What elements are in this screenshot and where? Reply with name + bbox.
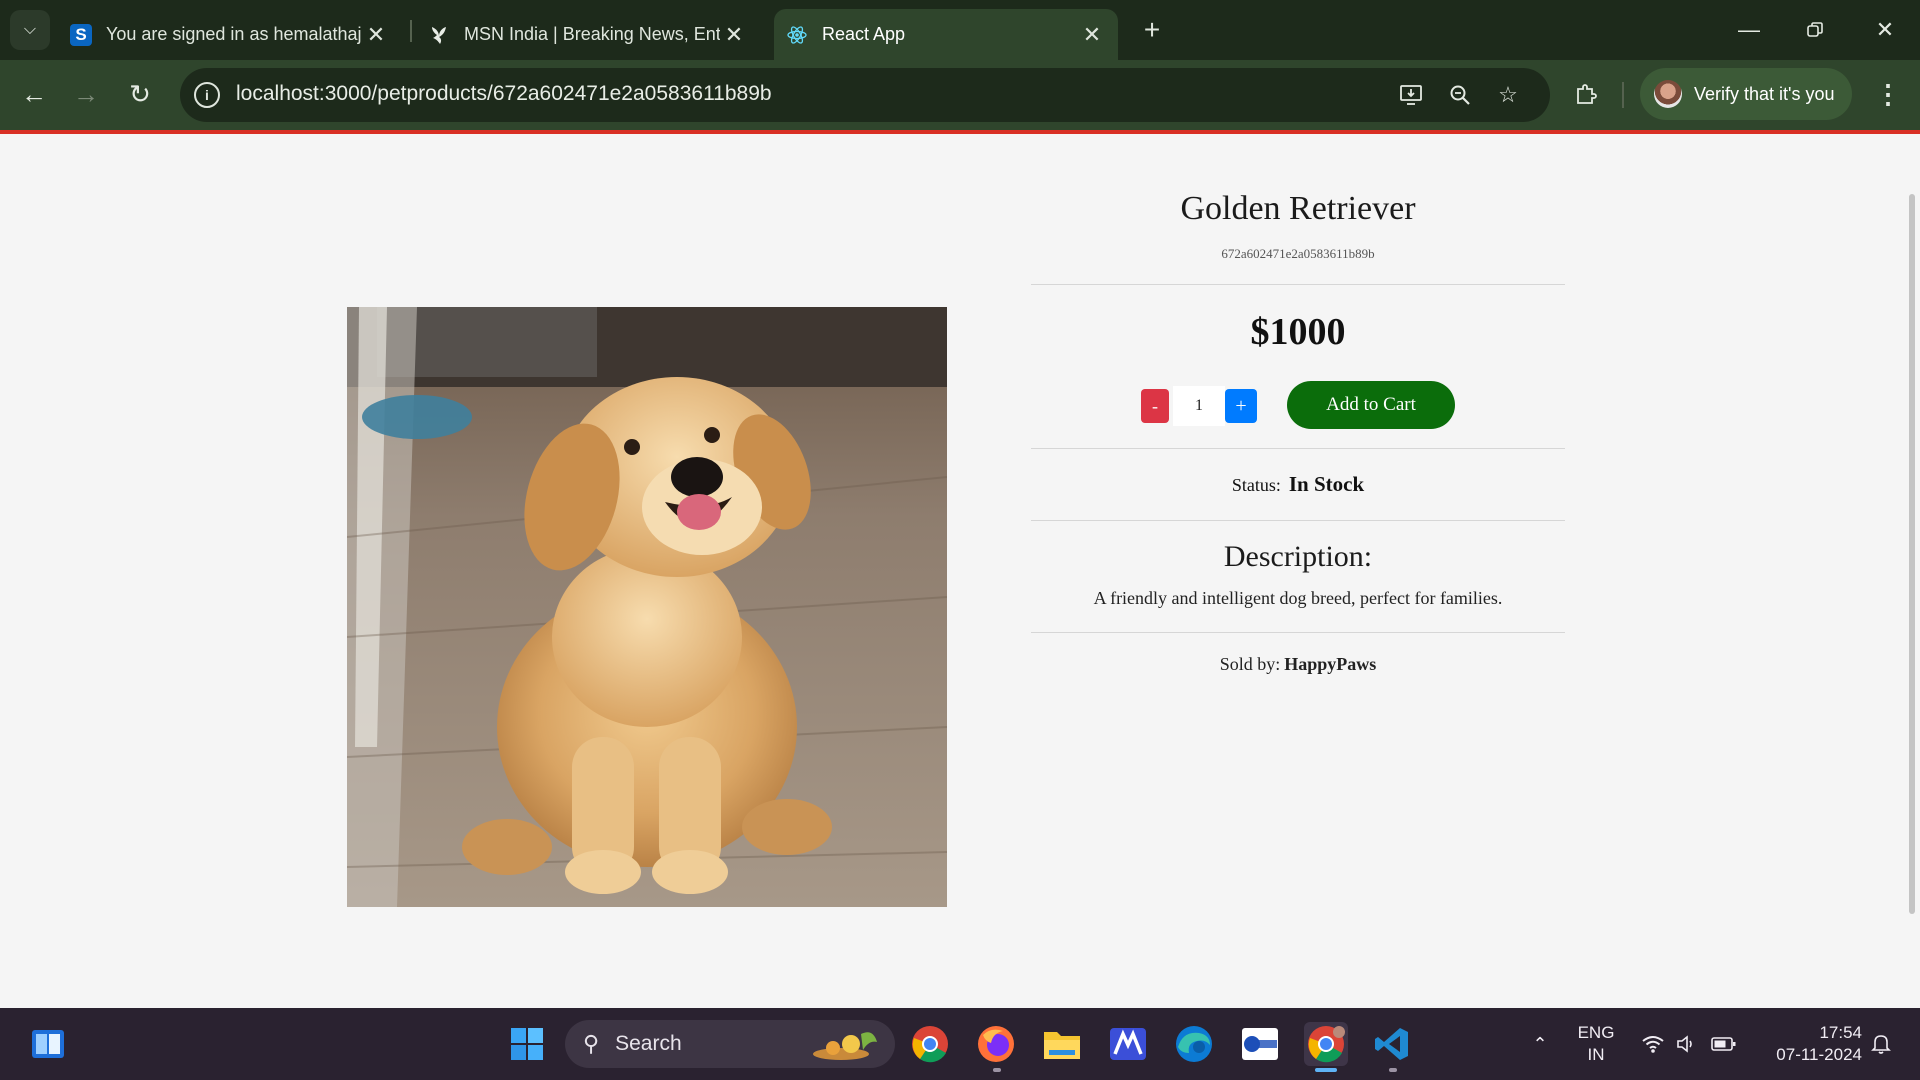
description-heading: Description: [1223, 540, 1373, 573]
restore-icon[interactable] [1782, 0, 1848, 60]
status-label: Status: [1231, 475, 1281, 495]
stock-status: Status: In Stock [1031, 472, 1565, 497]
browser-tab-bar: ⌵ S You are signed in as hemalathaj ✕ MS… [0, 0, 1920, 60]
edge-icon[interactable] [1172, 1022, 1216, 1066]
tab-signed-in[interactable]: S You are signed in as hemalathaj ✕ [60, 9, 400, 60]
battery-icon[interactable] [1708, 1008, 1740, 1080]
active-app-indicator [1315, 1068, 1337, 1072]
input-language-indicator[interactable]: ENG IN [1574, 1022, 1618, 1066]
tab-msn[interactable]: MSN India | Breaking News, Ent ✕ [418, 9, 758, 60]
system-clock[interactable]: 17:54 07-11-2024 [1752, 1022, 1862, 1066]
description-text: A friendly and intelligent dog breed, pe… [1093, 588, 1503, 608]
tab-search-chevron-icon[interactable]: ⌵ [10, 10, 50, 50]
lang-top: ENG [1577, 1023, 1615, 1042]
more-menu-icon[interactable]: ⋮ [1868, 74, 1908, 114]
close-tab-icon[interactable]: ✕ [1078, 22, 1106, 48]
toolbar-divider [1622, 82, 1624, 108]
divider [1031, 520, 1565, 521]
tab-divider [410, 20, 412, 42]
close-tab-icon[interactable]: ✕ [362, 22, 390, 48]
clock-date: 07-11-2024 [1776, 1045, 1862, 1064]
scrollbar-thumb[interactable] [1909, 194, 1915, 914]
extensions-puzzle-icon[interactable] [1566, 74, 1606, 114]
back-arrow-icon[interactable]: ← [14, 74, 54, 114]
site-info-icon[interactable]: i [194, 82, 220, 108]
address-bar[interactable]: i localhost:3000/petproducts/672a602471e… [180, 68, 1550, 122]
product-image [347, 307, 947, 907]
increase-quantity-button[interactable]: + [1225, 389, 1257, 423]
seller-name: HappyPaws [1284, 654, 1377, 674]
tab-title: React App [822, 24, 906, 44]
forward-arrow-icon[interactable]: → [66, 74, 106, 114]
widgets-icon[interactable] [26, 1022, 70, 1066]
chrome-icon[interactable] [908, 1022, 952, 1066]
close-tab-icon[interactable]: ✕ [720, 22, 748, 48]
decrease-quantity-button[interactable]: - [1141, 389, 1169, 423]
minimize-icon[interactable]: — [1716, 0, 1782, 60]
notification-bell-icon[interactable] [1866, 1008, 1896, 1080]
add-to-cart-button[interactable]: Add to Cart [1287, 381, 1455, 429]
react-icon [786, 24, 808, 46]
divider [1031, 448, 1565, 449]
page-scrollbar[interactable] [1904, 134, 1920, 1008]
install-app-icon[interactable] [1396, 79, 1428, 111]
product-id: 672a602471e2a0583611b89b [1221, 246, 1375, 261]
windows-start-icon[interactable] [505, 1022, 549, 1066]
vscode-icon[interactable] [1370, 1022, 1414, 1066]
bookmark-star-icon[interactable]: ☆ [1492, 79, 1524, 111]
profile-verify-button[interactable]: Verify that it's you [1640, 68, 1852, 120]
chrome-active-icon[interactable] [1304, 1022, 1348, 1066]
tab-title: You are signed in as hemalathaj [106, 24, 362, 44]
divider [1031, 284, 1565, 285]
lang-bottom: IN [1587, 1045, 1605, 1064]
running-indicator [993, 1068, 1001, 1072]
quantity-value[interactable]: 1 [1173, 386, 1225, 426]
search-icon: ⚲ [583, 1031, 600, 1056]
wifi-icon[interactable] [1638, 1008, 1668, 1080]
divider [1031, 632, 1565, 633]
volume-icon[interactable] [1672, 1008, 1702, 1080]
unstop-icon[interactable] [1238, 1022, 1282, 1066]
profile-label: Verify that it's you [1694, 83, 1835, 104]
search-placeholder: Search [615, 1032, 682, 1055]
seller-info: Sold by: HappyPaws [1031, 654, 1565, 675]
clock-time: 17:54 [1819, 1023, 1862, 1042]
msn-butterfly-icon [428, 24, 450, 46]
product-name: Golden Retriever [1180, 190, 1416, 227]
running-indicator [1389, 1068, 1397, 1072]
product-price: $1000 [1250, 311, 1346, 353]
zoom-icon[interactable] [1444, 79, 1476, 111]
app-m-icon[interactable] [1106, 1022, 1150, 1066]
avatar [1654, 80, 1682, 108]
tab-react-app[interactable]: React App ✕ [774, 9, 1118, 60]
close-window-icon[interactable]: ✕ [1852, 0, 1918, 60]
status-value: In Stock [1288, 472, 1365, 496]
firefox-icon[interactable] [974, 1022, 1018, 1066]
windows-taskbar: ⚲ Search ⌃ ENG IN 17:54 07-11-2024 [0, 1008, 1920, 1080]
file-explorer-icon[interactable] [1040, 1022, 1084, 1066]
product-detail-page: Golden Retriever 672a602471e2a0583611b89… [0, 134, 1920, 1008]
sold-by-label: Sold by: [1219, 654, 1281, 674]
reload-icon[interactable]: ↻ [120, 74, 160, 114]
show-hidden-icons-chevron-icon[interactable]: ⌃ [1526, 1008, 1554, 1080]
browser-toolbar: ← → ↻ i localhost:3000/petproducts/672a6… [0, 60, 1920, 130]
url-text[interactable]: localhost:3000/petproducts/672a602471e2a… [236, 82, 772, 106]
new-tab-plus-icon[interactable]: + [1134, 12, 1170, 48]
search-highlight-icon [813, 1032, 877, 1060]
sharepoint-icon: S [70, 23, 92, 46]
taskbar-search-box[interactable]: ⚲ Search [565, 1020, 895, 1068]
tab-title: MSN India | Breaking News, Ent [464, 24, 720, 44]
